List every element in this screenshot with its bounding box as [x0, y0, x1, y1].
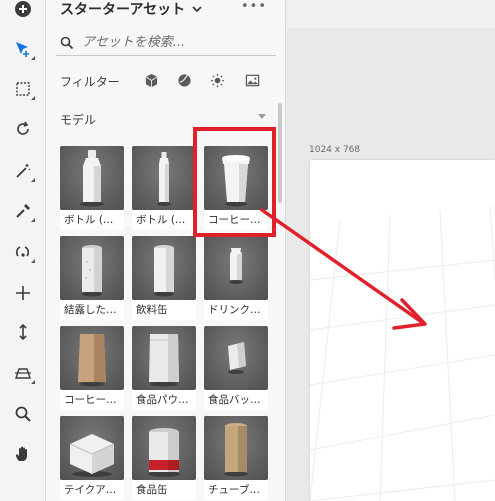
asset-label: ボトル (… — [60, 210, 124, 230]
bottle-square-icon — [60, 146, 124, 210]
image-icon[interactable] — [243, 71, 261, 89]
asset-search[interactable] — [56, 30, 276, 56]
asset-tile[interactable]: 食品バッ… — [204, 326, 268, 412]
material-sphere-icon[interactable] — [175, 71, 193, 89]
cube-icon[interactable] — [142, 71, 160, 89]
asset-label: ボトル (… — [132, 210, 196, 230]
asset-label: 食品パウ… — [132, 390, 196, 410]
more-options-button[interactable]: ••• — [241, 0, 267, 13]
zoom-icon[interactable] — [9, 400, 37, 428]
asset-tile[interactable]: ボトル (… — [60, 146, 124, 232]
asset-label: ドリンク… — [204, 300, 268, 320]
search-input[interactable] — [82, 35, 262, 50]
beverage-can-icon — [132, 236, 196, 300]
food-can-icon — [132, 416, 196, 480]
panel-title-text: スターターアセット — [60, 2, 186, 18]
asset-label: テイクア… — [60, 480, 124, 500]
asset-label: コーヒー… — [60, 390, 124, 410]
ground-grid — [310, 204, 495, 501]
section-collapse-icon[interactable] — [258, 114, 266, 119]
asset-label: コーヒー… — [204, 210, 268, 230]
models-section-label: モデル — [60, 113, 97, 127]
search-icon — [60, 36, 74, 49]
asset-tile[interactable]: ドリンク… — [204, 236, 268, 322]
hand-icon[interactable] — [9, 440, 37, 468]
asset-label: 食品バッ… — [204, 390, 268, 410]
asset-tile[interactable]: コーヒー… — [204, 146, 268, 232]
food-pouch-icon — [132, 326, 196, 390]
drink-carton-icon — [204, 236, 268, 300]
asset-tile[interactable]: コーヒー… — [60, 326, 124, 412]
select-tool-icon[interactable] — [9, 35, 37, 63]
asset-label: 食品缶 — [132, 480, 196, 500]
canvas-area[interactable]: 1024 x 768 — [287, 0, 495, 501]
panel-title[interactable]: スターターアセット — [60, 0, 203, 18]
panel-scrollbar[interactable] — [278, 103, 282, 203]
eyedropper-icon[interactable] — [9, 197, 37, 225]
tool-rail — [0, 0, 46, 501]
coffee-bag-icon — [60, 326, 124, 390]
filter-label: フィルター — [60, 75, 120, 89]
asset-tile[interactable]: 飲料缶 — [132, 236, 196, 322]
canvas-size-label: 1024 x 768 — [309, 145, 361, 155]
asset-tile[interactable]: 結露した… — [60, 236, 124, 322]
canvas-top-strip — [287, 0, 495, 28]
rotate-tool-icon[interactable] — [9, 115, 37, 143]
takeout-box-icon — [60, 416, 124, 480]
artboard[interactable] — [310, 160, 495, 501]
chevron-down-icon — [192, 6, 202, 13]
bottle-slim-icon — [132, 146, 196, 210]
asset-tile[interactable]: 食品缶 — [132, 416, 196, 501]
frame-tool-icon[interactable] — [9, 75, 37, 103]
asset-tile[interactable]: チューブ… — [204, 416, 268, 501]
magic-wand-icon[interactable] — [9, 157, 37, 185]
starter-assets-panel: スターターアセット ••• フィルター モデル ボトル (… ボトル (… — [46, 0, 286, 501]
asset-label: 飲料缶 — [132, 300, 196, 320]
move-icon[interactable] — [9, 279, 37, 307]
tube-icon — [204, 416, 268, 480]
asset-label: 結露した… — [60, 300, 124, 320]
perspective-icon[interactable] — [9, 359, 37, 387]
condensation-can-icon — [60, 236, 124, 300]
add-icon[interactable] — [9, 0, 37, 23]
asset-tile[interactable]: ボトル (… — [132, 146, 196, 232]
coffee-cup-icon — [204, 146, 268, 210]
asset-tile[interactable]: 食品パウ… — [132, 326, 196, 412]
asset-label: チューブ… — [204, 480, 268, 500]
light-icon[interactable] — [208, 71, 226, 89]
dolly-icon[interactable] — [9, 318, 37, 346]
orbit-icon[interactable] — [9, 238, 37, 266]
food-bag-icon — [204, 326, 268, 390]
asset-tile[interactable]: テイクア… — [60, 416, 124, 501]
